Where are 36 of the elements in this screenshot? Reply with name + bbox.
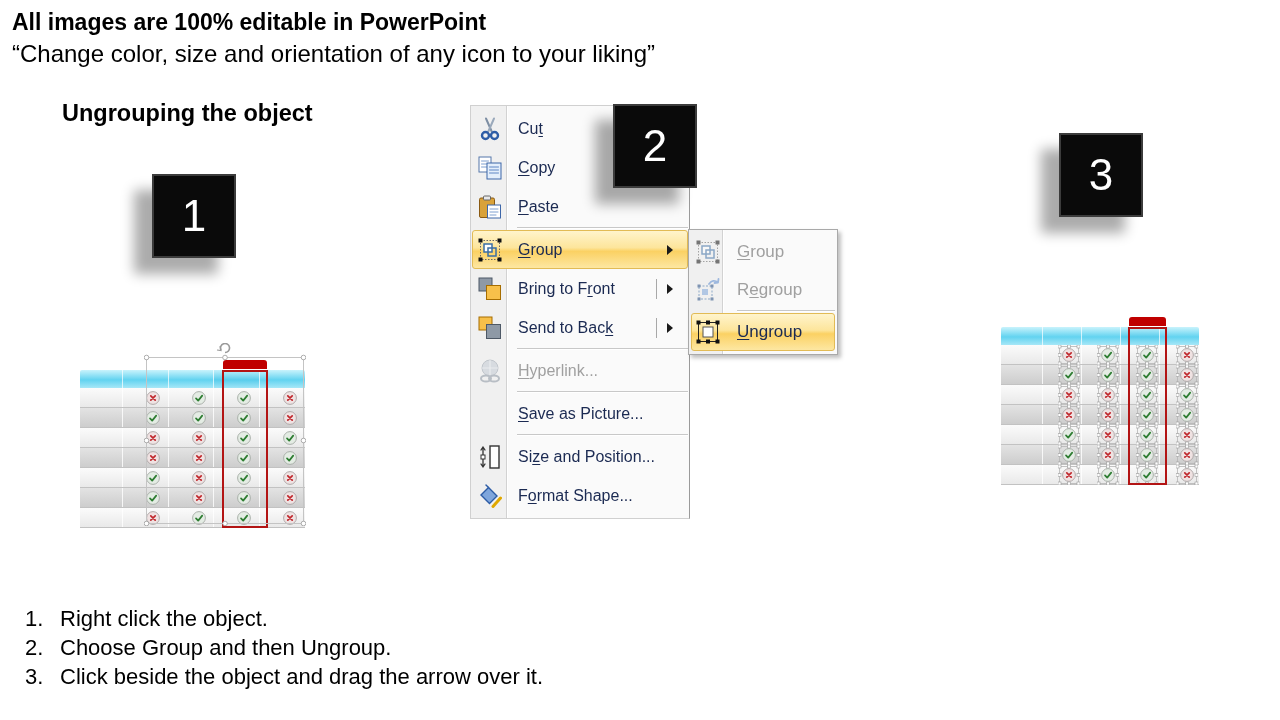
group-icon	[477, 237, 502, 262]
menu-item[interactable]: Save as Picture...	[472, 394, 688, 433]
copy-icon	[477, 155, 502, 180]
clipboard-icon	[477, 194, 502, 219]
step-text: Click beside the object and drag the arrow over it.	[60, 663, 544, 690]
menu-item[interactable]: Ungroup	[691, 313, 835, 351]
send-back-icon	[477, 315, 502, 340]
caret-icon	[667, 323, 673, 333]
caret-icon	[667, 284, 673, 294]
group-icon	[695, 240, 720, 264]
caret-icon	[667, 245, 673, 255]
section-heading: Ungrouping the object	[62, 99, 313, 128]
step-number: 3.	[25, 663, 45, 690]
menu-item[interactable]: Group	[472, 230, 688, 269]
bring-front-icon	[477, 276, 502, 301]
slide-title: All images are 100% editable in PowerPoint	[12, 8, 488, 37]
step-number-badge: 1	[152, 174, 236, 258]
highlight-cap	[1129, 317, 1166, 326]
regroup-icon	[695, 278, 720, 302]
ungroup-icon	[695, 320, 720, 344]
menu-item[interactable]: Format Shape...	[472, 476, 688, 515]
highlight-cap	[223, 360, 267, 369]
slide-subtitle: “Change color, size and orientation of any icon to your liking”	[12, 39, 656, 69]
menu-item[interactable]: Copy	[472, 148, 611, 187]
step-number-badge: 2	[613, 104, 697, 188]
step-number: 2.	[25, 634, 45, 661]
ruler-icon	[477, 444, 502, 469]
step-text: Choose Group and then Ungroup.	[60, 634, 392, 661]
step-number: 1.	[25, 605, 45, 632]
menu-item[interactable]: Bring to Front	[472, 269, 688, 308]
step-number-badge: 3	[1059, 133, 1143, 217]
menu-item[interactable]: Cut	[472, 109, 611, 148]
menu-item[interactable]: Size and Position...	[472, 437, 688, 476]
step-text: Right click the object.	[60, 605, 268, 632]
menu-item[interactable]: Send to Back	[472, 308, 688, 347]
globe-link-icon	[477, 358, 502, 383]
